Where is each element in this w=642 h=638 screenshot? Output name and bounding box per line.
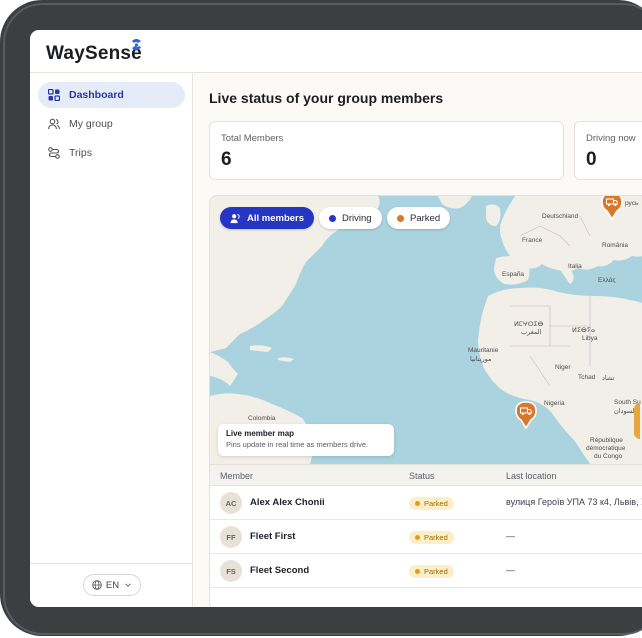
status-badge: Parked: [409, 497, 454, 510]
filter-label: Driving: [342, 212, 372, 224]
map-label: Ελλάς: [598, 277, 616, 284]
table-row[interactable]: FF Fleet First Parked —: [210, 520, 642, 554]
stat-value: 6: [221, 149, 232, 170]
members-table-header: Member Status Last location: [210, 464, 642, 486]
stat-value: 0: [586, 149, 597, 170]
status-label: Parked: [424, 533, 448, 542]
stat-card-total-members: Total Members 6: [209, 121, 564, 180]
table-row[interactable]: AC Alex Alex Chonii Parked вулиця Героїв…: [210, 486, 642, 520]
dashboard-icon: [48, 89, 60, 101]
language-selector[interactable]: EN: [83, 574, 141, 596]
filter-all-members[interactable]: All members: [220, 207, 315, 229]
avatar: FS: [220, 560, 242, 582]
member-name: Fleet Second: [250, 565, 310, 576]
sidebar-item-dashboard[interactable]: Dashboard: [38, 82, 185, 108]
vehicle-pin-icon[interactable]: [515, 401, 537, 429]
stat-label: Driving now: [586, 133, 636, 144]
stat-card-driving-now: Driving now 0: [574, 121, 642, 180]
map-label: démocratique: [586, 445, 626, 452]
map-label: موريتانيا: [470, 356, 492, 363]
users-icon: [48, 118, 60, 130]
table-row[interactable]: FS Fleet Second Parked —: [210, 554, 642, 588]
chevron-down-icon: [125, 583, 131, 587]
map-label: Nigeria: [544, 400, 565, 407]
last-location: вулиця Героїв УПА 73 к4, Львів, У: [506, 497, 642, 507]
map-label: Niger: [555, 364, 571, 371]
map-label: русь: [625, 200, 639, 207]
map-label: România: [602, 242, 629, 249]
route-icon: [48, 147, 60, 159]
filter-label: All members: [247, 212, 305, 224]
status-badge: Parked: [409, 531, 454, 544]
map-label: المغرب: [521, 329, 542, 336]
map-label: تشاد: [602, 375, 615, 382]
member-map[interactable]: Deutschland France România España Italia…: [210, 196, 642, 464]
sidebar-item-label: My group: [69, 118, 113, 130]
top-bar: WaySense: [30, 30, 642, 73]
map-label: Tchad: [578, 374, 596, 381]
sidebar-item-trips[interactable]: Trips: [38, 140, 185, 166]
status-dot-icon: [415, 569, 420, 574]
last-location: —: [506, 531, 515, 541]
map-label: Deutschland: [542, 213, 579, 220]
sidebar-item-label: Trips: [69, 147, 92, 159]
last-location: —: [506, 565, 515, 575]
side-drawer-handle[interactable]: [634, 403, 640, 439]
map-label: ⵍⵉⴱⵢⴰ: [572, 327, 596, 334]
logo-text: WaySense: [46, 43, 142, 64]
member-name: Fleet First: [250, 531, 296, 542]
status-label: Parked: [424, 499, 448, 508]
driving-dot-icon: [329, 214, 336, 222]
map-label: ⵍⵎⵖⵔⵉⴱ: [514, 321, 544, 328]
column-header-member: Member: [220, 471, 254, 481]
column-header-status: Status: [409, 471, 435, 481]
member-map-card: Deutschland France România España Italia…: [209, 195, 642, 607]
sidebar-footer: EN: [30, 563, 193, 607]
sidebar-item-label: Dashboard: [69, 89, 124, 101]
map-label: Italia: [568, 263, 582, 270]
stat-label: Total Members: [221, 133, 284, 144]
member-name: Alex Alex Chonii: [250, 497, 325, 508]
map-label: España: [502, 271, 525, 278]
map-label: Libya: [582, 335, 598, 342]
globe-icon: [92, 580, 102, 590]
column-header-last-location: Last location: [506, 471, 557, 481]
map-label: du Congo: [594, 453, 623, 460]
map-label: France: [522, 237, 543, 244]
status-label: Parked: [424, 567, 448, 576]
sidebar-item-my-group[interactable]: My group: [38, 111, 185, 137]
map-label: Mauritanie: [468, 347, 499, 354]
status-dot-icon: [415, 535, 420, 540]
avatar: FF: [220, 526, 242, 548]
app-screen: WaySense Dashboard My group Trips EN Liv…: [30, 30, 642, 607]
filter-driving[interactable]: Driving: [319, 207, 382, 229]
filter-label: Parked: [410, 212, 441, 224]
status-dot-icon: [415, 501, 420, 506]
users-icon: [230, 213, 240, 223]
parked-dot-icon: [397, 214, 404, 222]
filter-parked[interactable]: Parked: [387, 207, 451, 229]
map-label: République: [590, 437, 623, 444]
main-content: Live status of your group members Total …: [194, 73, 642, 607]
sidebar: Dashboard My group Trips EN: [30, 73, 193, 607]
logo-mark-icon: [132, 39, 141, 51]
vehicle-pin-icon[interactable]: [601, 195, 623, 220]
page-title: Live status of your group members: [209, 90, 444, 106]
status-badge: Parked: [409, 565, 454, 578]
map-note-title: Live member map: [226, 429, 295, 438]
avatar: AC: [220, 492, 242, 514]
map-label: Colombia: [248, 415, 276, 422]
map-note-subtitle: Pins update in real time as members driv…: [226, 440, 369, 449]
map-legend-note: Live member map Pins update in real time…: [218, 424, 394, 456]
language-label: EN: [105, 579, 120, 591]
